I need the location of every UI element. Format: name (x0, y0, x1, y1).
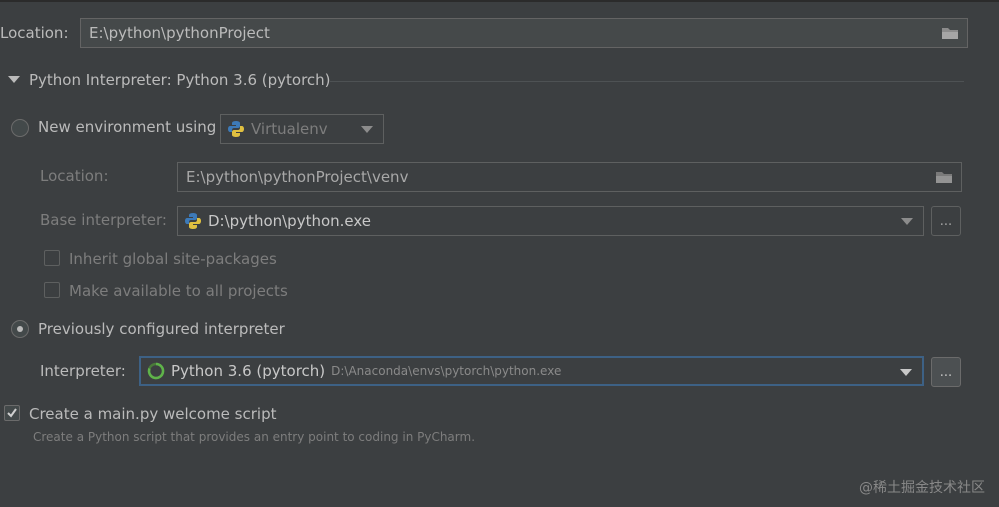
interpreter-select[interactable]: Python 3.6 (pytorch) D:\Anaconda\envs\py… (139, 356, 924, 386)
base-interpreter-browse-button[interactable]: ... (931, 206, 961, 236)
interpreter-name: Python 3.6 (pytorch) (171, 362, 326, 380)
inherit-packages-label[interactable]: Inherit global site-packages (69, 250, 277, 268)
new-environment-label[interactable]: New environment using (38, 118, 216, 136)
base-interpreter-select[interactable]: D:\python\python.exe (177, 206, 924, 236)
base-interpreter-value: D:\python\python.exe (208, 212, 372, 230)
loading-spinner-icon (147, 362, 165, 380)
venv-location-label: Location: (40, 167, 109, 185)
checkmark-icon (7, 408, 17, 418)
welcome-script-hint: Create a Python script that provides an … (33, 430, 476, 444)
venv-location-field[interactable]: E:\python\pythonProject\venv (177, 162, 962, 192)
welcome-script-label[interactable]: Create a main.py welcome script (29, 405, 276, 423)
project-location-label: Location: (0, 24, 69, 42)
project-location-field[interactable]: E:\python\pythonProject (80, 18, 968, 48)
make-available-label[interactable]: Make available to all projects (69, 282, 288, 300)
chevron-down-icon (901, 218, 913, 225)
interpreter-section-title[interactable]: Python Interpreter: Python 3.6 (pytorch) (29, 71, 331, 89)
environment-tool-select[interactable]: Virtualenv (220, 114, 384, 144)
folder-icon[interactable] (935, 170, 953, 184)
previous-interpreter-radio[interactable] (11, 320, 29, 338)
interpreter-browse-button[interactable]: ... (931, 357, 961, 387)
folder-icon[interactable] (941, 26, 959, 40)
python-icon (228, 121, 244, 137)
inherit-packages-checkbox[interactable] (44, 250, 60, 266)
chevron-down-icon (361, 126, 373, 133)
welcome-script-checkbox[interactable] (4, 405, 20, 421)
environment-tool-value: Virtualenv (251, 120, 328, 138)
python-icon (185, 213, 201, 229)
section-separator (330, 81, 964, 82)
project-location-value: E:\python\pythonProject (89, 24, 270, 42)
collapse-triangle-icon[interactable] (8, 76, 20, 84)
venv-location-value: E:\python\pythonProject\venv (186, 168, 409, 186)
previous-interpreter-label[interactable]: Previously configured interpreter (38, 320, 285, 338)
watermark: @稀土掘金技术社区 (859, 480, 985, 496)
chevron-down-icon (900, 369, 912, 376)
base-interpreter-label: Base interpreter: (40, 211, 167, 229)
top-divider (0, 0, 999, 2)
interpreter-label: Interpreter: (40, 362, 126, 380)
make-available-checkbox[interactable] (44, 282, 60, 298)
interpreter-path: D:\Anaconda\envs\pytorch\python.exe (331, 364, 562, 378)
new-environment-radio[interactable] (11, 119, 29, 137)
